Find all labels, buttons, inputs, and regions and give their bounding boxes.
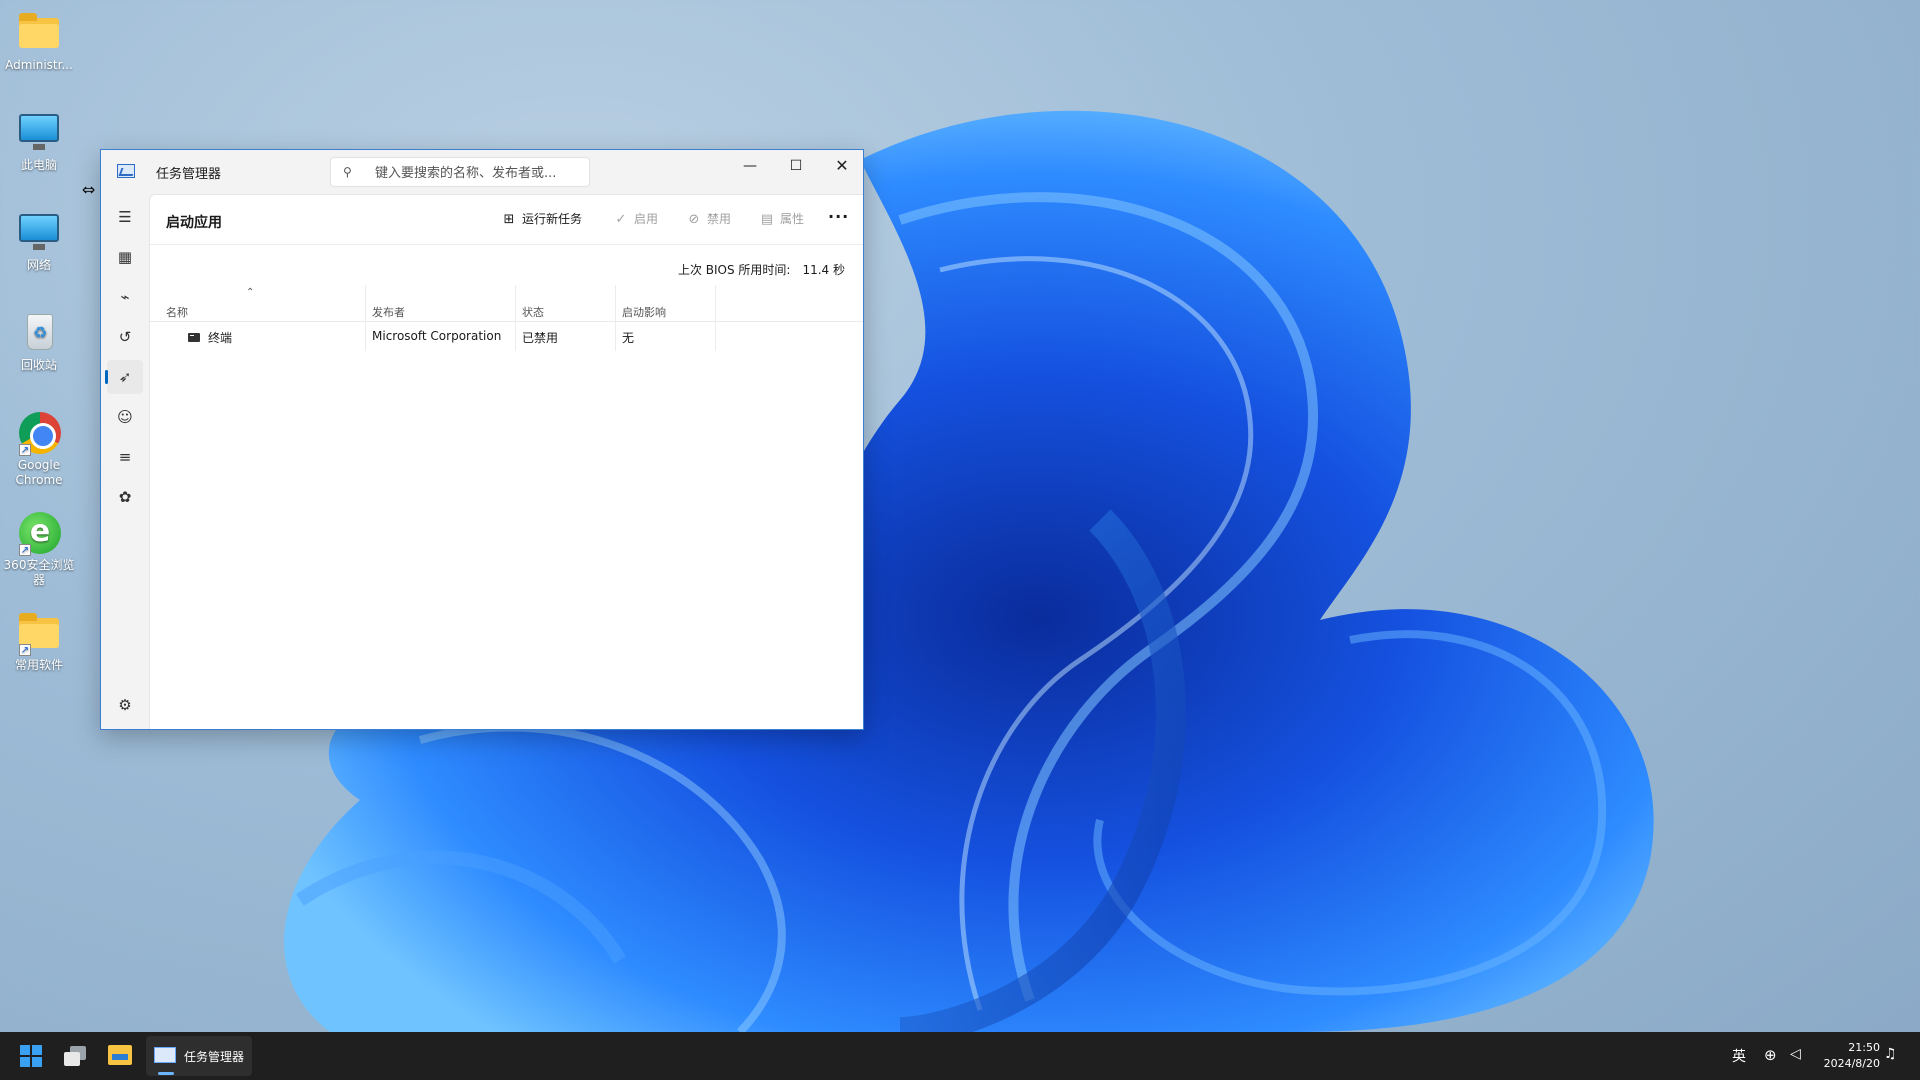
task-manager-icon bbox=[154, 1047, 176, 1063]
checkmark-icon: ✓ bbox=[615, 212, 627, 227]
search-icon: ⚲ bbox=[343, 165, 352, 179]
nav-item-users[interactable]: ☺ bbox=[107, 400, 143, 434]
hamburger-icon: ☰ bbox=[118, 208, 132, 226]
disable-button[interactable]: ⊘ 禁用 bbox=[685, 210, 731, 230]
shortcut-arrow-icon: ↗ bbox=[19, 644, 31, 656]
properties-icon: ▤ bbox=[760, 212, 774, 227]
enable-label: 启用 bbox=[634, 212, 659, 226]
resize-cursor-icon: ⇔ bbox=[82, 180, 96, 199]
nav-rail: ☰ ▦ ⌁ ↺ ➶ ☺ ≡ ✿ ⚙ bbox=[101, 194, 149, 729]
row-name-text: 终端 bbox=[208, 331, 233, 345]
taskbar-app-label: 任务管理器 bbox=[184, 1050, 245, 1064]
minimize-button[interactable]: — bbox=[727, 150, 773, 182]
desktop-icon-common-software[interactable]: ↗ 常用软件 bbox=[2, 608, 76, 673]
folder-icon bbox=[19, 13, 59, 48]
nav-item-processes[interactable]: ▦ bbox=[107, 240, 143, 274]
task-manager-app-icon bbox=[117, 164, 135, 178]
file-explorer-button[interactable] bbox=[108, 1045, 132, 1065]
app-history-icon: ↺ bbox=[118, 328, 132, 346]
desktop-icon-this-pc[interactable]: 此电脑 bbox=[2, 108, 76, 173]
clock-date: 2024/8/20 bbox=[1823, 1057, 1880, 1070]
shortcut-arrow-icon: ↗ bbox=[19, 544, 31, 556]
search-box[interactable]: ⚲ bbox=[330, 157, 590, 187]
nav-item-services[interactable]: ✿ bbox=[107, 480, 143, 514]
ime-indicator[interactable]: 英 bbox=[1732, 1046, 1746, 1080]
network-icon bbox=[19, 214, 59, 242]
desktop-icon-network[interactable]: 网络 bbox=[2, 208, 76, 273]
run-task-icon: ⊞ bbox=[503, 212, 515, 227]
enable-button[interactable]: ✓ 启用 bbox=[612, 210, 658, 230]
monitor-icon bbox=[19, 114, 59, 142]
desktop-icon-label: 常用软件 bbox=[14, 658, 63, 672]
table-row[interactable]: 终端 Microsoft Corporation 已禁用 无 bbox=[150, 323, 863, 351]
column-header-startup-impact[interactable]: 启动影响 bbox=[622, 304, 666, 320]
clock-time: 21:50 bbox=[1848, 1041, 1880, 1054]
startup-apps-icon: ➶ bbox=[118, 368, 132, 386]
run-new-task-label: 运行新任务 bbox=[522, 212, 583, 226]
column-header-name[interactable]: 名称 bbox=[166, 304, 188, 320]
volume-tray-icon[interactable]: ◁ bbox=[1790, 1046, 1801, 1080]
performance-icon: ⌁ bbox=[120, 288, 130, 306]
desktop-icon-recycle-bin[interactable]: ♻ 回收站 bbox=[2, 308, 76, 373]
bios-time-value: 11.4 秒 bbox=[802, 263, 845, 277]
network-tray-icon[interactable]: ⊕ bbox=[1764, 1046, 1777, 1080]
properties-button[interactable]: ▤ 属性 bbox=[758, 210, 804, 230]
taskbar: 任务管理器 英 ⊕ ◁ 21:50 2024/8/20 ♫ bbox=[0, 1032, 1920, 1080]
window-title: 任务管理器 bbox=[156, 167, 222, 182]
desktop-icon-label: 网络 bbox=[26, 258, 51, 272]
desktop-icon-administrator[interactable]: Administr... bbox=[2, 8, 76, 73]
settings-icon: ⚙ bbox=[118, 696, 132, 714]
column-header-publisher[interactable]: 发布者 bbox=[372, 304, 405, 320]
nav-hamburger-menu[interactable]: ☰ bbox=[107, 200, 143, 234]
processes-icon: ▦ bbox=[117, 248, 133, 266]
properties-label: 属性 bbox=[780, 212, 805, 226]
toolbar: 启动应用 ⊞ 运行新任务 ✓ 启用 ⊘ 禁用 ▤ 属性 ··· bbox=[150, 195, 863, 245]
taskbar-task-manager-button[interactable]: 任务管理器 bbox=[146, 1036, 252, 1076]
search-input[interactable] bbox=[375, 164, 580, 182]
page-title: 启动应用 bbox=[166, 215, 222, 231]
nav-item-performance[interactable]: ⌁ bbox=[107, 280, 143, 314]
disable-label: 禁用 bbox=[707, 212, 732, 226]
close-button[interactable]: ✕ bbox=[819, 150, 865, 182]
sort-ascending-icon: ⌃ bbox=[246, 287, 255, 298]
desktop-icon-360-browser[interactable]: e ↗ 360安全浏览器 bbox=[2, 508, 76, 588]
desktop-icon-label: 回收站 bbox=[20, 358, 57, 372]
desktop-icon-label: Google Chrome bbox=[15, 458, 63, 487]
details-icon: ≡ bbox=[118, 448, 132, 466]
services-icon: ✿ bbox=[118, 488, 132, 506]
notification-bell-icon[interactable]: ♫ bbox=[1884, 1046, 1897, 1080]
desktop-icon-label: 360安全浏览器 bbox=[3, 558, 75, 587]
shortcut-arrow-icon: ↗ bbox=[19, 444, 31, 456]
block-icon: ⊘ bbox=[688, 212, 700, 227]
active-app-indicator bbox=[158, 1072, 174, 1075]
title-bar[interactable]: 任务管理器 ⚲ — ☐ ✕ bbox=[101, 150, 863, 194]
cell-status: 已禁用 bbox=[522, 331, 559, 345]
nav-item-settings[interactable]: ⚙ bbox=[107, 688, 143, 722]
run-new-task-button[interactable]: ⊞ 运行新任务 bbox=[500, 210, 582, 230]
recycle-bin-icon: ♻ bbox=[27, 314, 53, 350]
terminal-icon bbox=[188, 333, 200, 342]
task-view-button[interactable] bbox=[64, 1046, 86, 1066]
users-icon: ☺ bbox=[117, 408, 133, 426]
bios-time-label: 上次 BIOS 所用时间: bbox=[677, 263, 791, 277]
nav-item-app-history[interactable]: ↺ bbox=[107, 320, 143, 354]
task-manager-window: 任务管理器 ⚲ — ☐ ✕ ☰ ▦ ⌁ ↺ ➶ ☺ ≡ ✿ ⚙ 启动应用 ⊞ 运行… bbox=[100, 149, 864, 730]
table-header: ⌃ 名称 发布者 状态 启动影响 bbox=[150, 283, 863, 322]
cell-name: 终端 bbox=[188, 329, 232, 346]
nav-item-startup-apps[interactable]: ➶ bbox=[105, 360, 143, 394]
nav-item-details[interactable]: ≡ bbox=[107, 440, 143, 474]
column-header-status[interactable]: 状态 bbox=[522, 304, 544, 320]
cell-publisher: Microsoft Corporation bbox=[372, 329, 502, 343]
desktop-icon-label: Administr... bbox=[5, 58, 73, 72]
desktop-icon-label: 此电脑 bbox=[20, 158, 57, 172]
bios-time: 上次 BIOS 所用时间: 11.4 秒 bbox=[678, 261, 845, 278]
desktop-icon-google-chrome[interactable]: ↗ Google Chrome bbox=[2, 408, 76, 488]
maximize-button[interactable]: ☐ bbox=[773, 150, 819, 182]
start-button[interactable] bbox=[20, 1045, 42, 1067]
windows-logo-icon bbox=[20, 1045, 30, 1055]
content-panel: 启动应用 ⊞ 运行新任务 ✓ 启用 ⊘ 禁用 ▤ 属性 ··· 上次 BIOS 所用时间… bbox=[149, 194, 863, 729]
cell-startup-impact: 无 bbox=[622, 331, 635, 345]
more-options-button[interactable]: ··· bbox=[828, 207, 849, 227]
